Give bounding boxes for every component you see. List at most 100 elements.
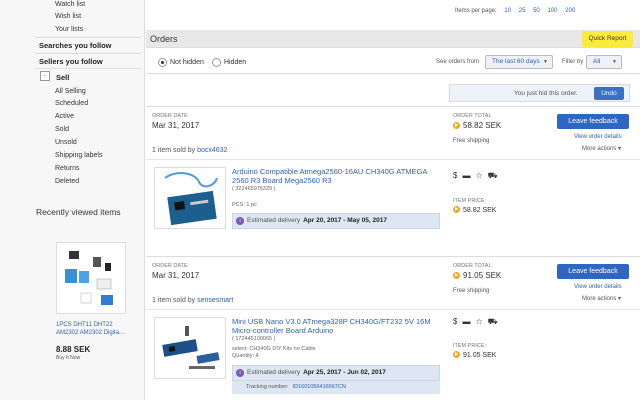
order-total-label: ORDER TOTAL	[453, 113, 492, 119]
recent-item-image[interactable]	[56, 242, 126, 314]
sidebar-item-all-selling[interactable]: All Selling	[55, 88, 86, 95]
sidebar-item-sell[interactable]: Sell	[56, 73, 69, 82]
item-variant: select: CH340G DIY Kits no Cable	[232, 346, 316, 352]
sidebar-item-searches-you-follow[interactable]: Searches you follow	[39, 41, 112, 50]
view-order-details-link[interactable]: View order details	[574, 134, 622, 140]
shipped-icon: ▬	[462, 171, 471, 180]
seller-link[interactable]: bocx4632	[197, 147, 227, 154]
chevron-down-icon: ▼	[612, 59, 617, 65]
item-quantity: Quantity: 4	[232, 353, 259, 359]
items-per-page-10[interactable]: 10	[504, 8, 511, 14]
sidebar: Watch list Wish list Your lists Searches…	[0, 0, 145, 400]
not-hidden-label[interactable]: Not hidden	[170, 59, 204, 66]
free-shipping: Free shipping	[453, 138, 490, 144]
hidden-label[interactable]: Hidden	[224, 59, 246, 66]
sidebar-divider	[35, 68, 141, 69]
item-price-value: 58.82 SEK	[463, 207, 497, 214]
filter-by-dropdown-value: All	[593, 58, 601, 65]
sidebar-item-returns[interactable]: Returns	[55, 165, 80, 172]
sidebar-item-watch-list[interactable]: Watch list	[55, 1, 85, 8]
delivery-truck-icon: ⛟	[487, 317, 498, 326]
chevron-down-icon: ▾	[618, 296, 622, 302]
order-date-label: ORDER DATE	[152, 263, 188, 269]
items-per-page-label: Items per page:	[455, 8, 497, 14]
view-order-details-link[interactable]: View order details	[574, 284, 622, 290]
order-total-value: 58.82 SEK	[463, 121, 502, 130]
item-id: ( 172445100065 )	[232, 336, 276, 342]
order-card: ORDER DATE Mar 31, 2017 ORDER TOTAL 91.0…	[146, 256, 640, 400]
hidden-order-notice: You just hid this order. Undo	[449, 84, 630, 102]
sidebar-item-wish-list[interactable]: Wish list	[55, 13, 81, 20]
more-actions-menu[interactable]: More actions ▾	[582, 295, 621, 302]
not-hidden-radio[interactable]	[158, 58, 167, 67]
shipped-icon: ▬	[462, 317, 471, 326]
filter-by-dropdown[interactable]: All ▼	[586, 55, 622, 69]
sidebar-item-deleted[interactable]: Deleted	[55, 178, 79, 185]
sidebar-item-unsold[interactable]: Unsold	[55, 139, 77, 146]
sidebar-item-your-lists[interactable]: Your lists	[55, 26, 83, 33]
sidebar-item-active[interactable]: Active	[55, 113, 74, 120]
items-per-page-50[interactable]: 50	[533, 8, 540, 14]
tracking-number: Tracking number: ID1601056416667CN	[232, 381, 440, 394]
filter-row: Not hidden Hidden See orders from The la…	[146, 52, 640, 74]
tracking-number-link[interactable]: ID1601056416667CN	[293, 384, 346, 390]
paid-icon: $	[453, 171, 458, 180]
items-per-page-25[interactable]: 25	[519, 8, 526, 14]
sold-by: 1 item sold by sensesmart	[152, 297, 233, 304]
currency-coin-icon	[453, 206, 460, 213]
estimated-delivery-label: Estimated delivery	[247, 217, 301, 224]
currency-coin-icon	[453, 351, 460, 358]
order-date-label: ORDER DATE	[152, 113, 188, 119]
items-per-page-200[interactable]: 200	[565, 8, 575, 14]
seller-link[interactable]: sensesmart	[197, 297, 233, 304]
sidebar-item-sold[interactable]: Sold	[55, 126, 69, 133]
leave-feedback-button[interactable]: Leave feedback	[557, 264, 629, 279]
undo-button[interactable]: Undo	[594, 87, 624, 100]
order-total: 91.05 SEK	[453, 271, 501, 280]
page: Watch list Wish list Your lists Searches…	[0, 0, 640, 400]
order-total: 58.82 SEK	[453, 121, 501, 130]
sidebar-item-scheduled[interactable]: Scheduled	[55, 100, 88, 107]
filter-by-label: Filter by	[562, 59, 584, 65]
currency-coin-icon	[453, 272, 460, 279]
order-total-value: 91.05 SEK	[463, 271, 502, 280]
recent-item-price: 8.88 SEK	[56, 345, 91, 354]
item-price-value: 91.05 SEK	[463, 352, 497, 359]
item-title-link[interactable]: Mini USB Nano V3.0 ATmega328P CH340G/FT2…	[232, 317, 442, 335]
recent-item-name[interactable]: 1PCS DHT11 DHT22 AM2302 AM2302 Digita...	[56, 321, 136, 337]
hidden-radio[interactable]	[212, 58, 221, 67]
item-status-icons: $ ▬ ☆ ⛟	[453, 317, 503, 327]
chevron-down-icon: ▼	[543, 59, 548, 65]
sold-by-label: 1 item sold by	[152, 147, 196, 154]
order-divider	[146, 159, 640, 160]
more-actions-label: More actions	[582, 296, 617, 302]
period-dropdown[interactable]: The last 60 days ▼	[485, 55, 553, 69]
sell-collapse-toggle[interactable]: -	[40, 71, 50, 81]
item-id: ( 322465975329 )	[232, 186, 276, 192]
order-divider	[146, 309, 640, 310]
period-dropdown-value: The last 60 days	[492, 58, 540, 65]
more-actions-menu[interactable]: More actions ▾	[582, 145, 621, 152]
chevron-down-icon: ▾	[618, 146, 622, 152]
item-title-link[interactable]: Arduino Compatible Atmega2560-16AU CH340…	[232, 167, 442, 185]
item-price: 58.82 SEK	[453, 206, 496, 214]
sold-by: 1 item sold by bocx4632	[152, 147, 228, 154]
delivery-truck-icon: ⛟	[487, 171, 498, 180]
leave-feedback-button[interactable]: Leave feedback	[557, 114, 629, 129]
info-icon: i	[236, 369, 244, 377]
sidebar-item-sellers-you-follow[interactable]: Sellers you follow	[39, 57, 103, 66]
sidebar-divider	[35, 37, 141, 38]
estimated-delivery-dates: Apr 20, 2017 - May 05, 2017	[303, 217, 387, 224]
feedback-star-icon: ☆	[475, 171, 483, 180]
item-quantity: PCS: 1 pc	[232, 202, 257, 208]
item-price: 91.05 SEK	[453, 351, 496, 359]
sold-by-label: 1 item sold by	[152, 297, 196, 304]
sidebar-item-shipping-labels[interactable]: Shipping labels	[55, 152, 102, 159]
items-per-page-100[interactable]: 100	[547, 8, 557, 14]
item-price-label: ITEM PRICE:	[453, 198, 487, 204]
item-image[interactable]	[154, 167, 226, 229]
quick-report-button[interactable]: Quick Report	[582, 31, 633, 47]
free-shipping: Free shipping	[453, 288, 490, 294]
estimated-delivery-dates: Apr 25, 2017 - Jun 02, 2017	[303, 369, 386, 376]
item-image[interactable]	[154, 317, 226, 379]
